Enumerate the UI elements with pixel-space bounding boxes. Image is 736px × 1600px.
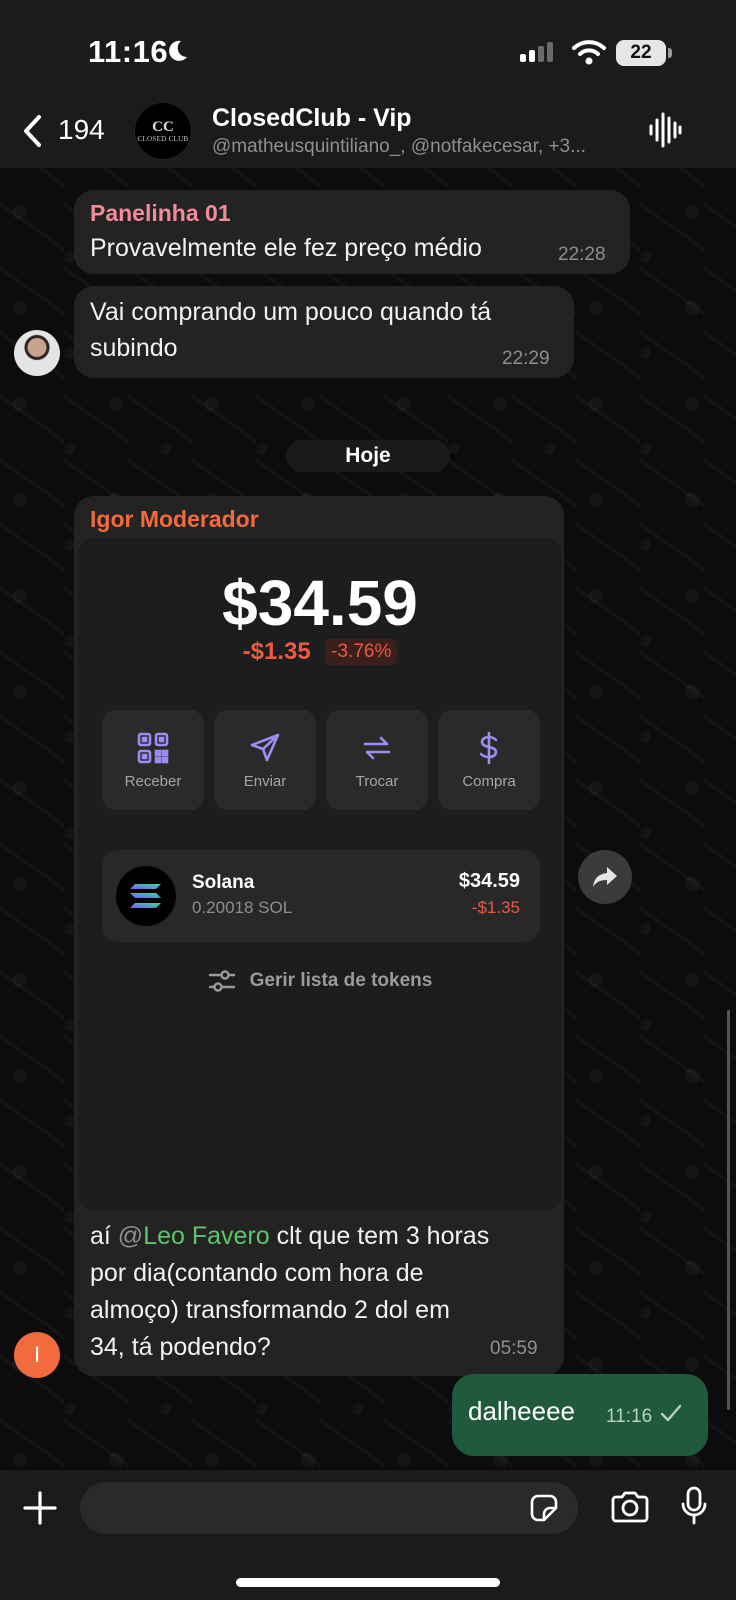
swap-button: Trocar	[326, 710, 428, 810]
forward-icon	[593, 867, 617, 887]
wallet-screenshot[interactable]: $34.59 -$1.35 -3.76% Receber Enviar Troc…	[78, 538, 562, 1210]
camera-icon[interactable]	[610, 1490, 650, 1524]
message-caption-line: 34, tá podendo?	[90, 1333, 271, 1361]
qr-icon	[137, 732, 169, 763]
action-label: Compra	[462, 772, 516, 790]
sticker-icon[interactable]	[528, 1492, 560, 1524]
moon-icon	[169, 40, 187, 61]
message-sender: Panelinha 01	[90, 200, 231, 226]
wallet-change-amount: -$1.35	[242, 638, 311, 665]
chat-header: 194 CC CLOSED CLUB ClosedClub - Vip @mat…	[0, 96, 736, 168]
wallet-balance: $34.59	[222, 567, 418, 639]
message-bubble[interactable]: Panelinha 01 Provavelmente ele fez preço…	[74, 190, 630, 274]
message-input[interactable]	[80, 1482, 578, 1534]
avatar[interactable]	[14, 330, 60, 376]
message-sender: Igor Moderador	[90, 506, 259, 532]
home-indicator	[236, 1578, 500, 1587]
battery-tip	[668, 48, 672, 58]
swap-icon	[363, 736, 391, 759]
manage-tokens: Gerir lista de tokens	[78, 968, 562, 994]
back-chevron-icon[interactable]	[22, 114, 42, 148]
wallet-actions: Receber Enviar Trocar Compra	[102, 710, 540, 810]
message-time: 11:16	[606, 1406, 653, 1427]
message-time: 05:59	[490, 1338, 538, 1359]
action-label: Trocar	[355, 772, 399, 790]
manage-tokens-label: Gerir lista de tokens	[249, 970, 433, 991]
token-value: $34.59	[458, 870, 520, 892]
caption-prefix: aí	[90, 1222, 118, 1250]
message-time: 22:28	[558, 244, 606, 265]
message-text: Vai comprando um pouco quando tá	[90, 298, 492, 326]
message-caption-line: por dia(contando com hora de	[90, 1259, 424, 1287]
outgoing-message-bubble[interactable]: dalheeee 11:16	[452, 1374, 708, 1456]
token-row: Solana 0.20018 SOL $34.59 -$1.35	[102, 850, 540, 942]
buy-button: Compra	[438, 710, 540, 810]
message-bubble[interactable]: Vai comprando um pouco quando tá subindo…	[74, 286, 574, 378]
dollar-icon	[479, 731, 498, 764]
message-time: 22:29	[502, 348, 550, 369]
mention-link[interactable]: Leo Favero	[143, 1222, 269, 1250]
wallet-change-percent: -3.76%	[325, 639, 398, 665]
avatar[interactable]: I	[14, 1332, 60, 1378]
group-name[interactable]: ClosedClub - Vip	[212, 104, 412, 133]
message-caption-line: almoço) transformando 2 dol em	[90, 1296, 450, 1324]
mention-at: @	[117, 1222, 144, 1250]
solana-icon	[116, 866, 176, 926]
send-icon	[250, 733, 280, 761]
action-label: Receber	[124, 772, 182, 790]
message-text: dalheeee	[468, 1396, 575, 1426]
chat-screen: 11:16 22 194 CC CLOSED CLUB ClosedClub -…	[0, 0, 736, 1600]
avatar-logo: CC	[152, 118, 174, 135]
wifi-icon	[572, 40, 606, 65]
unread-count[interactable]: 194	[58, 114, 105, 146]
token-amount: 0.20018 SOL	[192, 898, 293, 917]
action-label: Enviar	[243, 772, 287, 790]
scrollbar[interactable]	[727, 1010, 730, 1410]
battery-indicator: 22	[616, 40, 666, 66]
signal-icon	[520, 42, 553, 62]
check-icon	[660, 1404, 682, 1422]
input-bar	[0, 1470, 736, 1600]
plus-icon[interactable]	[22, 1490, 58, 1526]
group-avatar[interactable]: CC CLOSED CLUB	[134, 102, 192, 160]
wallet-change: -$1.35 -3.76%	[78, 638, 562, 666]
send-button: Enviar	[214, 710, 316, 810]
sliders-icon	[208, 970, 235, 992]
message-caption-line: aí @Leo Favero clt que tem 3 horas	[90, 1218, 489, 1255]
token-change: -$1.35	[471, 898, 520, 917]
voice-chat-icon[interactable]	[648, 110, 682, 150]
date-separator: Hoje	[286, 440, 450, 472]
group-members[interactable]: @matheusquintiliano_, @notfakecesar, +3.…	[212, 136, 632, 158]
forward-button[interactable]	[578, 850, 632, 904]
caption-rest: clt que tem 3 horas	[269, 1222, 490, 1250]
mic-icon[interactable]	[680, 1486, 708, 1526]
status-bar: 11:16 22	[0, 0, 736, 96]
message-text: Provavelmente ele fez preço médio	[90, 234, 482, 262]
receive-button: Receber	[102, 710, 204, 810]
status-time: 11:16	[88, 34, 169, 69]
message-text: subindo	[90, 334, 178, 362]
avatar-logo-text: CLOSED CLUB	[137, 134, 189, 143]
token-name: Solana	[192, 872, 255, 893]
